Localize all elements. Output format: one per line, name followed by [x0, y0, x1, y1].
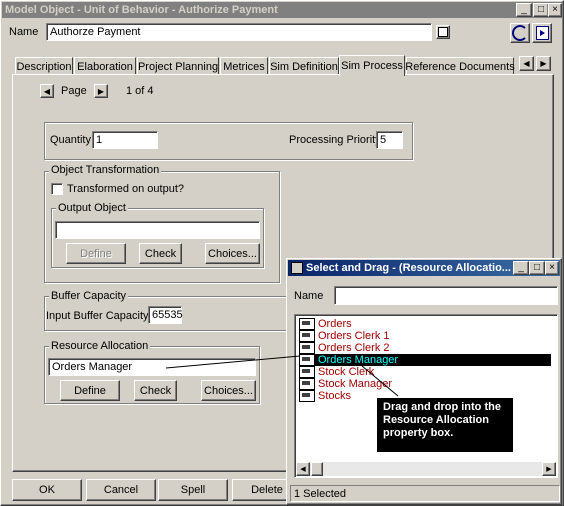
resource-check-button[interactable]: Check — [134, 380, 177, 401]
list-item[interactable]: Stocks — [299, 390, 351, 402]
cancel-button[interactable]: Cancel — [86, 479, 156, 501]
minimize-button[interactable]: _ — [516, 3, 532, 17]
callout-box: Drag and drop into the Resource Allocati… — [377, 398, 513, 452]
resource-icon — [299, 366, 315, 378]
list-horizontal-scrollbar[interactable]: ◀ ▶ — [296, 462, 556, 476]
popup-close-button[interactable]: × — [545, 261, 559, 275]
status-text: 1 Selected — [294, 487, 346, 500]
spell-button[interactable]: Spell — [158, 479, 228, 501]
popup-name-field[interactable] — [334, 286, 558, 305]
ok-button[interactable]: OK — [12, 479, 82, 501]
resource-icon — [299, 318, 315, 330]
maximize-button[interactable]: □ — [533, 3, 549, 17]
refresh-icon — [512, 25, 528, 41]
list-item[interactable]: Stock Manager — [299, 378, 392, 390]
resource-title: Resource Allocation — [49, 340, 151, 352]
popup-maximize-button[interactable]: □ — [529, 261, 545, 275]
resource-list[interactable]: Orders Orders Clerk 1 Orders Clerk 2 Ord… — [294, 314, 558, 478]
resource-icon — [299, 342, 315, 354]
page-next-button[interactable]: ▶ — [94, 84, 108, 98]
output-choices-button[interactable]: Choices... — [205, 243, 260, 264]
scroll-left-button[interactable]: ◀ — [296, 462, 310, 476]
list-item[interactable]: Orders — [299, 318, 352, 330]
export-button[interactable] — [532, 23, 552, 43]
refresh-button[interactable] — [510, 23, 530, 43]
tab-description[interactable]: Description — [15, 57, 73, 75]
square-icon — [438, 27, 448, 37]
transformed-label: Transformed on output? — [67, 183, 184, 195]
tab-sim-process[interactable]: Sim Process — [339, 55, 405, 76]
popup-title: Select and Drag - (Resource Allocatio... — [306, 262, 511, 274]
resource-choices-button[interactable]: Choices... — [201, 380, 256, 401]
page-prev-button[interactable]: ◀ — [40, 84, 54, 98]
tab-project-planning[interactable]: Project Planning — [137, 57, 219, 75]
name-field[interactable]: Authorze Payment — [46, 23, 432, 41]
export-icon — [535, 26, 549, 40]
popup-app-icon — [291, 262, 303, 274]
scroll-right-button[interactable]: ▶ — [542, 462, 556, 476]
page-label: Page — [61, 85, 87, 97]
tab-scroll-right-button[interactable]: ▶ — [536, 56, 551, 71]
transformation-title: Object Transformation — [49, 164, 162, 176]
output-define-button[interactable]: Define — [66, 243, 126, 264]
list-item[interactable]: Orders Clerk 1 — [299, 330, 390, 342]
list-item-selected[interactable]: Orders Manager — [299, 354, 551, 366]
output-object-title: Output Object — [56, 202, 128, 214]
callout-text: Drag and drop into the Resource Allocati… — [383, 401, 501, 439]
resource-icon — [299, 354, 315, 366]
priority-label: Processing Priority — [289, 134, 381, 146]
quantity-field[interactable]: 1 — [92, 131, 158, 149]
buffer-title: Buffer Capacity — [49, 290, 129, 302]
output-check-button[interactable]: Check — [139, 243, 182, 264]
tab-metrices[interactable]: Metrices — [220, 57, 268, 75]
resource-icon — [299, 378, 315, 390]
tab-sim-definition[interactable]: Sim Definition — [269, 57, 339, 75]
priority-field[interactable]: 5 — [376, 131, 403, 149]
list-item[interactable]: Stock Clerk — [299, 366, 374, 378]
popup-status-bar: 1 Selected — [290, 485, 560, 502]
popup-name-label: Name — [294, 290, 324, 302]
window-title: Model Object - Unit of Behavior - Author… — [5, 4, 278, 16]
name-label: Name — [9, 26, 39, 38]
transformed-checkbox[interactable] — [51, 183, 63, 195]
name-options-button[interactable] — [436, 25, 450, 39]
tab-elaboration[interactable]: Elaboration — [74, 57, 136, 75]
popup-minimize-button[interactable]: _ — [513, 261, 529, 275]
resource-icon — [299, 390, 315, 402]
close-button[interactable]: × — [548, 3, 562, 17]
tab-scroll-left-button[interactable]: ◀ — [519, 56, 534, 71]
list-item[interactable]: Orders Clerk 2 — [299, 342, 390, 354]
output-object-field[interactable] — [55, 221, 260, 239]
input-buffer-field[interactable]: 65535 — [148, 306, 183, 324]
tab-reference-documents[interactable]: Reference Documents — [405, 57, 515, 75]
page-info: 1 of 4 — [126, 85, 154, 97]
input-buffer-label: Input Buffer Capacity — [46, 310, 149, 322]
main-title-bar[interactable]: Model Object - Unit of Behavior - Author… — [2, 2, 562, 18]
quantity-label: Quantity — [50, 134, 91, 146]
resource-allocation-field[interactable]: Orders Manager — [48, 358, 256, 376]
resource-define-button[interactable]: Define — [60, 380, 120, 401]
resource-icon — [299, 330, 315, 342]
scroll-thumb[interactable] — [311, 462, 323, 476]
